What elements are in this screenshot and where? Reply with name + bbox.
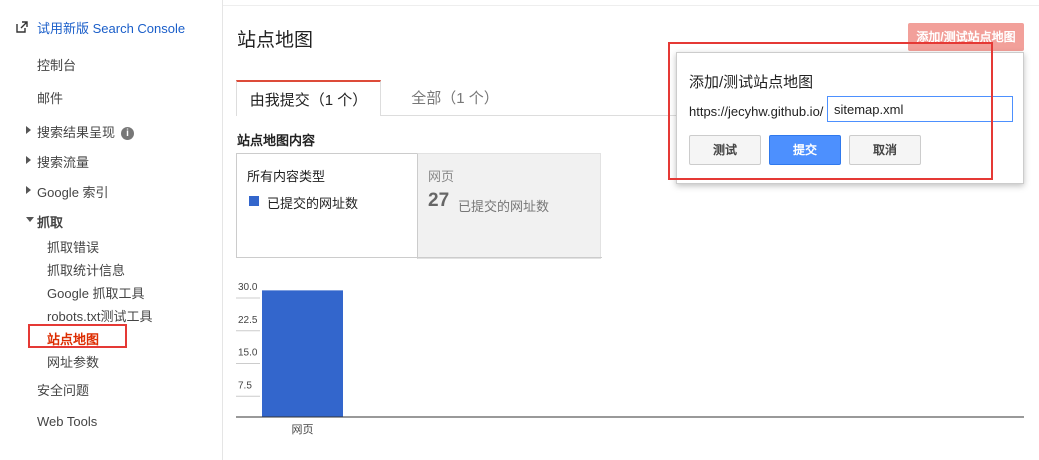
chevron-down-icon[interactable] bbox=[26, 217, 34, 222]
sidebar-item-fetch-as-google[interactable]: Google 抓取工具 bbox=[47, 283, 145, 302]
try-new-console-link[interactable]: 试用新版 Search Console bbox=[37, 18, 185, 37]
sidebar-item-robots-tester[interactable]: robots.txt测试工具 bbox=[47, 306, 152, 325]
sidebar-item-url-params[interactable]: 网址参数 bbox=[47, 352, 99, 371]
info-icon[interactable]: i bbox=[121, 127, 135, 140]
x-tick-label: 网页 bbox=[292, 424, 314, 436]
tab-all[interactable]: 全部（1 个） bbox=[395, 80, 515, 114]
sidebar: 试用新版 Search Console 控制台 邮件 搜索结果呈现 i 搜索流量 … bbox=[0, 0, 223, 460]
y-tick-label: 15.0 bbox=[238, 348, 258, 359]
panel-count: 27 bbox=[428, 190, 450, 211]
panel-count-label: 已提交的网址数 bbox=[458, 199, 550, 214]
chart: 30.0 22.5 15.0 7.5 网页 bbox=[236, 280, 1026, 440]
legend-swatch bbox=[249, 196, 259, 206]
chevron-right-icon[interactable] bbox=[26, 126, 31, 134]
panel-title: 网页 bbox=[428, 169, 455, 184]
y-tick-label: 22.5 bbox=[238, 315, 258, 326]
sidebar-item-search-appearance[interactable]: 搜索结果呈现 i bbox=[37, 122, 135, 141]
sidebar-item-crawl[interactable]: 抓取 bbox=[37, 212, 63, 231]
sidebar-item-security[interactable]: 安全问题 bbox=[37, 380, 89, 399]
tabs-underline bbox=[380, 115, 700, 116]
y-tick-label: 30.0 bbox=[238, 282, 258, 293]
tab-label: 全部（1 个） bbox=[411, 90, 499, 107]
tab-submitted-by-me[interactable]: 由我提交（1 个） bbox=[236, 80, 381, 116]
external-link-icon bbox=[16, 20, 28, 33]
chevron-right-icon[interactable] bbox=[26, 186, 31, 194]
sidebar-item-messages[interactable]: 邮件 bbox=[37, 88, 63, 107]
y-tick-label: 7.5 bbox=[238, 380, 252, 391]
panel-title: 所有内容类型 bbox=[247, 169, 326, 184]
divider bbox=[223, 5, 1039, 6]
highlight-box bbox=[28, 324, 127, 348]
sidebar-item-search-traffic[interactable]: 搜索流量 bbox=[37, 152, 89, 171]
contents-heading: 站点地图内容 bbox=[237, 133, 316, 148]
sidebar-item-web-tools[interactable]: Web Tools bbox=[37, 414, 97, 429]
panel-all-content-types[interactable]: 所有内容类型 已提交的网址数 bbox=[236, 153, 418, 258]
sidebar-item-label: 搜索结果呈现 bbox=[37, 125, 116, 140]
sidebar-item-crawl-stats[interactable]: 抓取统计信息 bbox=[47, 260, 125, 279]
page-title: 站点地图 bbox=[237, 30, 314, 51]
legend-label: 已提交的网址数 bbox=[267, 196, 359, 211]
sidebar-item-crawl-errors[interactable]: 抓取错误 bbox=[47, 237, 99, 256]
panel-divider bbox=[236, 257, 602, 258]
highlight-box bbox=[668, 42, 993, 180]
tab-label: 由我提交（1 个） bbox=[249, 92, 368, 109]
sidebar-item-dashboard[interactable]: 控制台 bbox=[37, 55, 76, 74]
panel-web-pages[interactable]: 网页 27 已提交的网址数 bbox=[417, 153, 601, 259]
sidebar-item-google-index[interactable]: Google 索引 bbox=[37, 182, 109, 201]
bar-chart: 30.0 22.5 15.0 7.5 网页 bbox=[236, 282, 1024, 436]
chevron-right-icon[interactable] bbox=[26, 156, 31, 164]
bar bbox=[262, 290, 343, 417]
